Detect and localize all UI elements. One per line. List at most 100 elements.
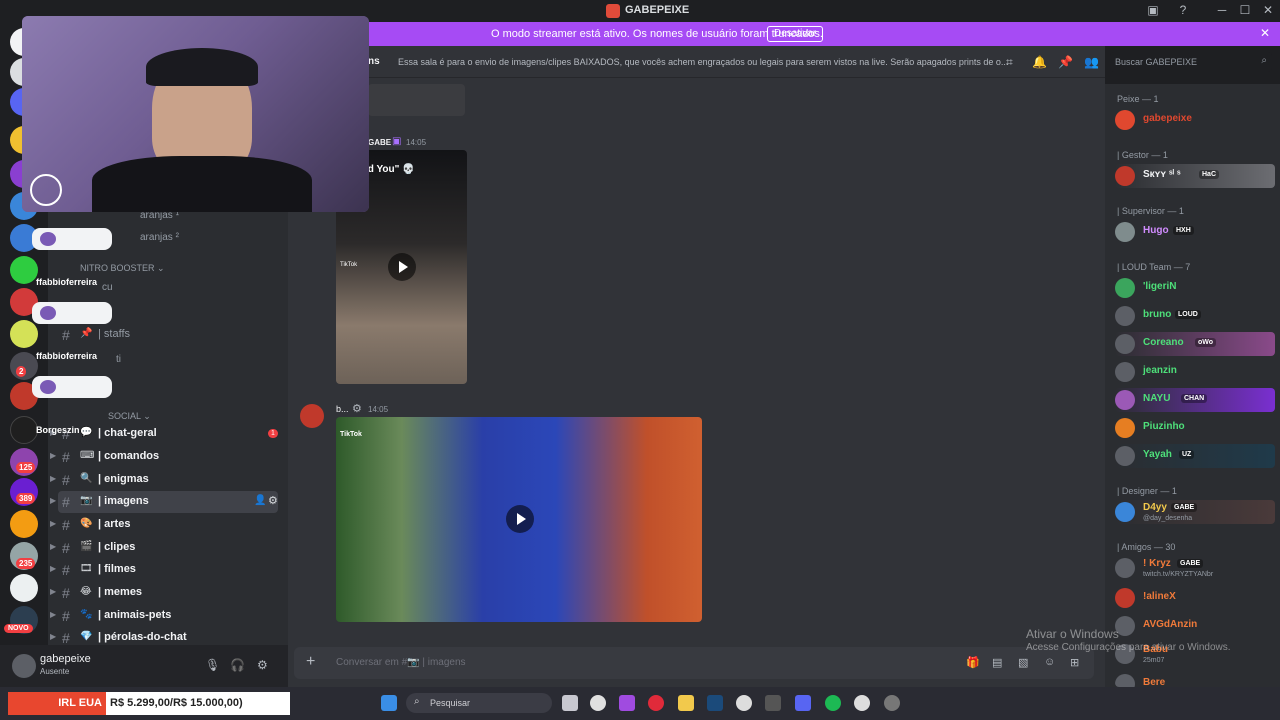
maximize-button[interactable]: ☐ [1237,3,1253,17]
threads-icon[interactable]: ⌗ [1006,55,1013,70]
channel-comandos[interactable]: ▶ # ⌨ | comandos [50,446,278,468]
folder-icon[interactable] [678,695,694,711]
avatar [1115,588,1135,608]
channel-chat-geral[interactable]: ▶ # 💬 | chat-geral 1 [50,423,278,445]
avatar [1115,558,1135,578]
gift-icon[interactable]: 🎁 [966,656,980,669]
taskbar-search[interactable]: ⌕ Pesquisar [406,693,552,713]
channel-enigmas[interactable]: ▶ # 🔍 | enigmas [50,469,278,491]
channel-imagens[interactable]: ▶ # 📷 | imagens 👤 ⚙ [50,491,278,513]
avatar [1115,446,1135,466]
discord-icon[interactable] [795,695,811,711]
role-header: | Supervisor — 1 [1117,206,1184,216]
gear-icon[interactable]: ⚙ [268,494,278,507]
help-icon[interactable]: ? [1175,3,1191,17]
add-attachment-icon[interactable]: + [306,653,315,671]
start-icon[interactable] [381,695,397,711]
server-icon[interactable] [10,416,38,444]
role-header: | Amigos — 30 [1117,542,1176,552]
member-item[interactable]: Sкʏʏ ˢˡ ˢ HaC [1115,164,1275,188]
member-item[interactable]: !alineX [1115,586,1275,610]
category-nitro-booster[interactable]: NITRO BOOSTER ⌄ [80,263,165,274]
play-icon[interactable] [388,253,416,281]
app-icon[interactable] [854,695,870,711]
channel-memes[interactable]: ▶ # 😂 | memes [50,582,278,604]
server-icon[interactable] [10,256,38,284]
member-item[interactable]: Hugo HXH [1115,220,1275,244]
channel-clipes[interactable]: ▶ # 🎬 | clipes [50,537,278,559]
username[interactable]: gabepeixe [40,653,91,665]
channel-filmes[interactable]: ▶ # 🎞 | filmes [50,559,278,581]
category-label: NITRO BOOSTER [80,263,155,273]
member-item[interactable]: ! Kryz GABE twitch.tv/KRYZTYANbr [1115,556,1275,580]
microphone-icon[interactable]: 🎙 [205,658,220,672]
pin-icon[interactable]: 📌 [1058,55,1073,69]
tiktok-watermark: TikTok [340,262,358,268]
add-member-icon[interactable]: 👤 [254,495,266,506]
bell-icon[interactable]: 🔔 [1032,55,1047,69]
apps-icon[interactable]: ⊞ [1070,656,1079,669]
member-item[interactable]: D4yy GABE @day_desenha [1115,500,1275,524]
channel-emoji-icon: ⌨ [80,450,95,461]
search-input[interactable]: Buscar GABEPEIXE ⌕ [1110,52,1272,72]
close-icon[interactable]: ✕ [1260,26,1270,40]
member-item[interactable]: Piuzinho [1115,416,1275,440]
expand-arrow-icon: ▶ [50,610,57,619]
inbox-icon[interactable]: ▣ [1145,3,1161,17]
message-author[interactable]: GABE [368,138,391,147]
avatar[interactable] [300,404,324,428]
video-attachment[interactable]: TikTok [336,417,702,622]
gif-icon[interactable]: ▤ [992,656,1002,669]
partial-channel-label: aranjas ² [140,232,179,243]
minimize-button[interactable]: ─ [1214,3,1230,17]
emoji-icon[interactable]: ☺ [1044,656,1055,668]
member-item[interactable]: Coreano oWo [1115,332,1275,356]
member-item[interactable]: gabepeixe [1115,108,1275,132]
member-name: jeanzin [1143,365,1177,376]
member-item[interactable]: NAYU CHAN [1115,388,1275,412]
channel-topic[interactable]: Essa sala é para o envio de imagens/clip… [398,57,1008,67]
app-icon[interactable] [619,695,635,711]
message-author[interactable]: b... [336,404,349,414]
gear-icon[interactable]: ⚙ [257,658,268,672]
member-tag: CHAN [1181,394,1208,403]
search-placeholder: Buscar GABEPEIXE [1115,57,1198,67]
server-icon[interactable] [10,574,38,602]
channel-animais-pets[interactable]: ▶ # 🐾 | animais-pets [50,605,278,627]
disable-streamer-button[interactable]: Desativar [767,26,824,42]
channel-staffs[interactable]: # 📌 | staffs [58,324,278,346]
steam-icon[interactable] [707,695,723,711]
members-icon[interactable]: 👥 [1084,55,1099,69]
app-icon[interactable] [884,695,900,711]
expand-arrow-icon: ▶ [50,451,57,460]
app-icon[interactable] [765,695,781,711]
opera-icon[interactable] [648,695,664,711]
member-item[interactable]: Bere [1115,672,1275,687]
category-social[interactable]: SOCIAL ⌄ [108,411,151,422]
member-item[interactable]: 'ligeriN [1115,276,1275,300]
app-icon[interactable] [736,695,752,711]
server-icon[interactable] [10,320,38,348]
avatar [1115,110,1135,130]
avatar[interactable] [12,654,36,678]
headphones-icon[interactable]: 🎧 [230,658,245,672]
member-item[interactable]: Yayah UZ [1115,444,1275,468]
member-item[interactable]: bruno LOUD [1115,304,1275,328]
channel-artes[interactable]: ▶ # 🎨 | artes [50,514,278,536]
play-icon[interactable] [506,505,534,533]
pin-icon: 📌 [80,328,93,339]
close-window-button[interactable]: ✕ [1260,3,1276,17]
avatar [1115,334,1135,354]
member-item[interactable]: AVGdAnzin [1115,614,1275,638]
app-icon[interactable] [590,695,606,711]
file-icon[interactable] [562,695,578,711]
server-icon[interactable] [10,510,38,538]
previous-attachment[interactable] [368,84,465,116]
member-name: 'ligeriN [1143,281,1177,292]
message-composer[interactable]: + Conversar em #📷 | imagens 🎁 ▤ ▧ ☺ ⊞ [294,647,1094,679]
spotify-icon[interactable] [825,695,841,711]
sticker-icon[interactable]: ▧ [1018,656,1028,669]
avatar [1115,674,1135,687]
user-status: Ausente [40,667,70,676]
member-item[interactable]: jeanzin [1115,360,1275,384]
